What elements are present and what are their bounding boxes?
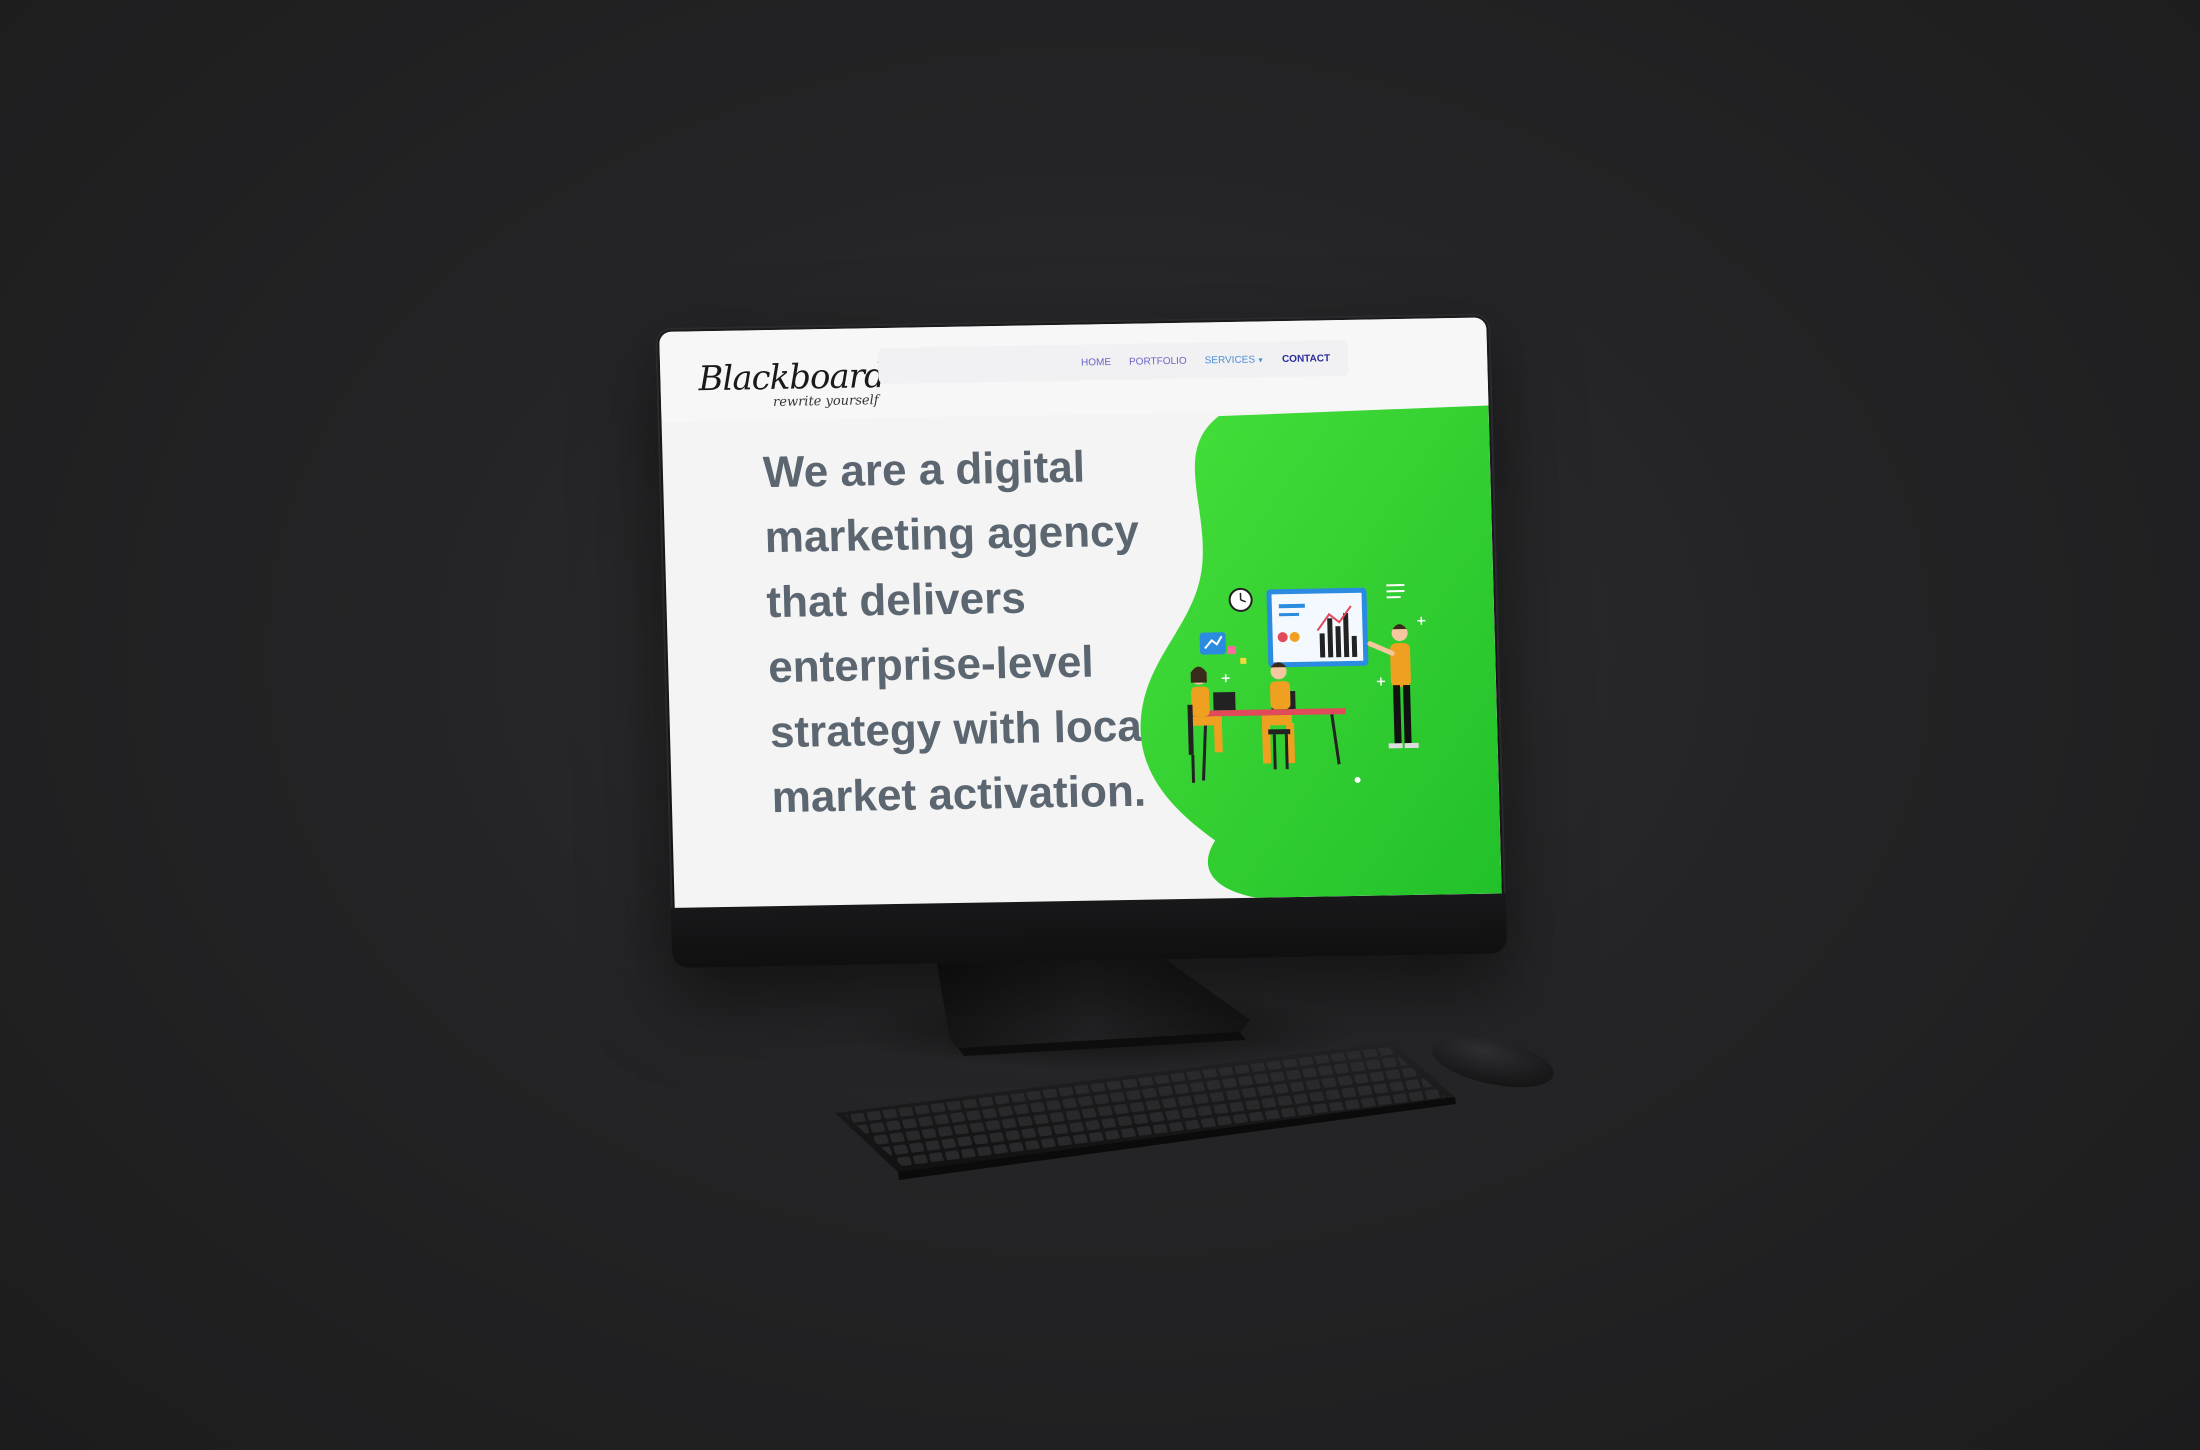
mouse-icon <box>1432 1036 1554 1088</box>
desktop-scene: Blackboard rewrite yourself HOME PORTFOL… <box>0 0 2200 1450</box>
